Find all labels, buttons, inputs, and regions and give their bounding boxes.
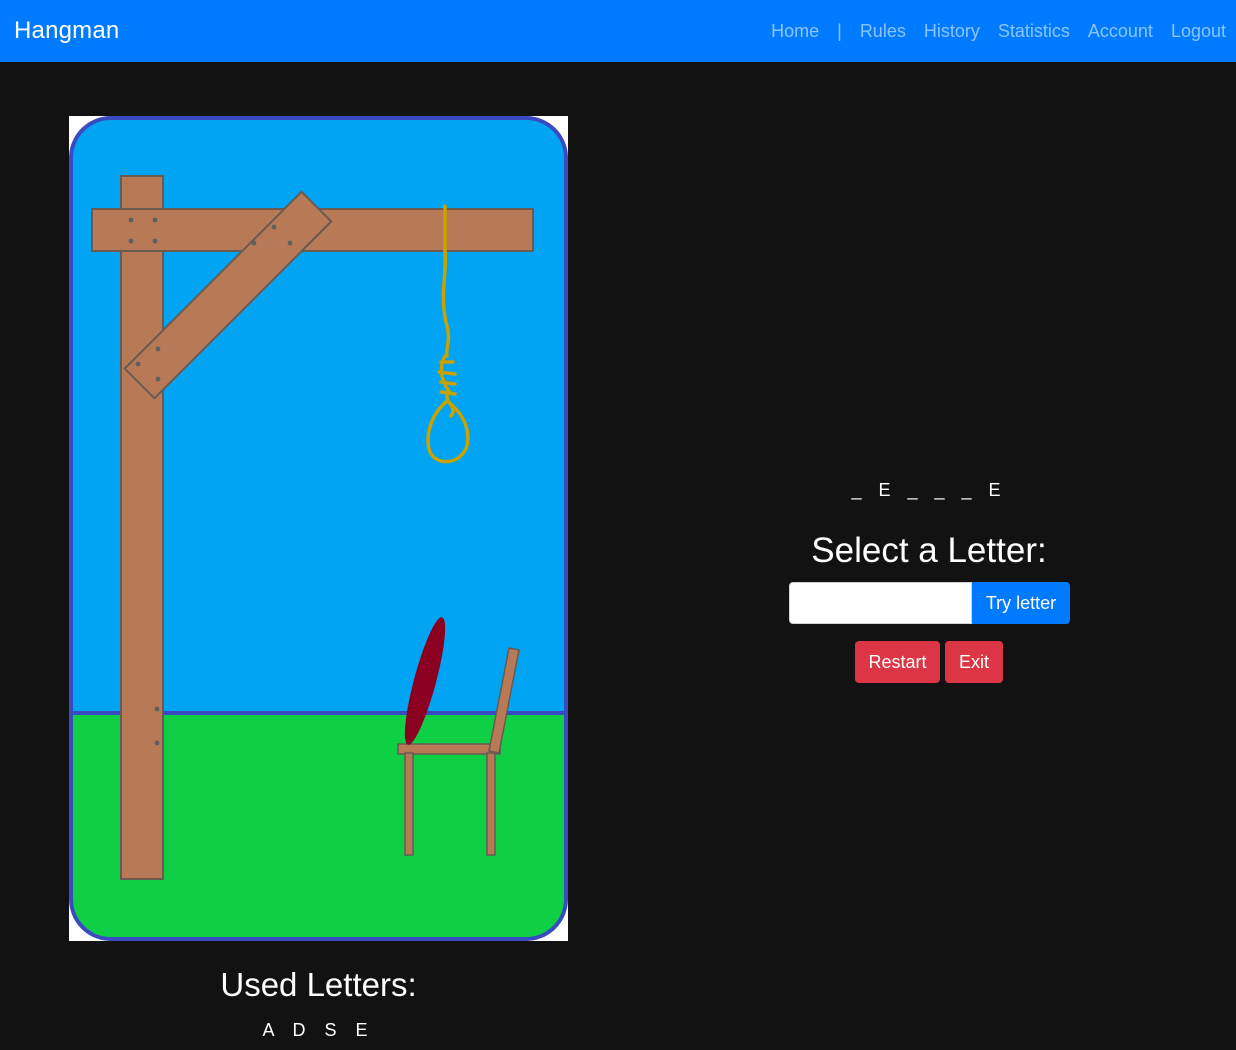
letter-input[interactable] (789, 582, 972, 624)
select-letter-title: Select a Letter: (811, 531, 1047, 570)
try-letter-button[interactable]: Try letter (972, 582, 1070, 624)
restart-button[interactable]: Restart (855, 641, 940, 683)
nav-separator: | (837, 20, 842, 41)
nav-links: Home | Rules History Statistics Account … (753, 21, 1226, 42)
nav-account[interactable]: Account (1088, 21, 1153, 42)
brand-link[interactable]: Hangman (14, 17, 119, 45)
hangman-drawing (69, 116, 568, 941)
nav-rules[interactable]: Rules (860, 21, 906, 42)
nav-statistics[interactable]: Statistics (998, 21, 1070, 42)
used-letters-list: A D S E (262, 1020, 375, 1040)
nav-history[interactable]: History (924, 21, 980, 42)
used-letters-title: Used Letters: (220, 966, 417, 1003)
nav-home[interactable]: Home (771, 21, 819, 42)
navbar: Hangman Home | Rules History Statistics … (0, 0, 1236, 62)
gallows-post (120, 175, 164, 880)
exit-button[interactable]: Exit (945, 641, 1003, 683)
nav-logout[interactable]: Logout (1171, 21, 1226, 42)
guess-form: Try letter (789, 582, 1070, 624)
hangman-image (69, 116, 568, 941)
word-display: _ E _ _ _ E (851, 480, 1007, 500)
